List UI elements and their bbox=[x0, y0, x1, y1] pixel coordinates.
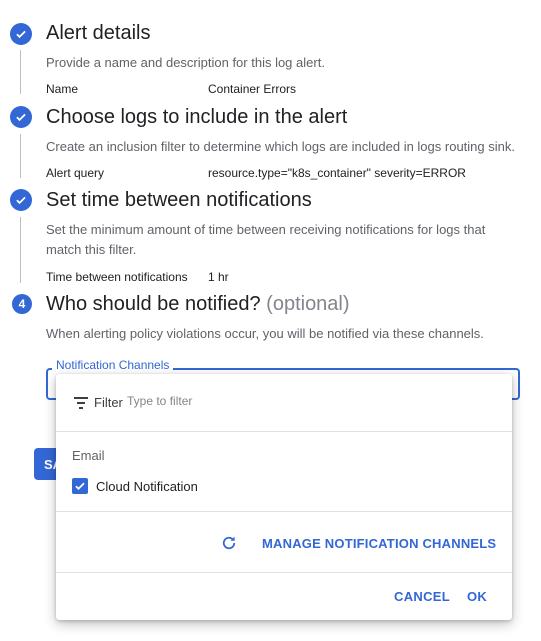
checkbox-checked-icon[interactable] bbox=[72, 478, 88, 494]
step-1-connector bbox=[20, 50, 21, 94]
step-3-connector bbox=[20, 217, 21, 283]
step-3-description-line-2: match this filter. bbox=[46, 242, 137, 257]
step-3-title: Set time between notifications bbox=[46, 189, 312, 211]
filter-row: Filter bbox=[56, 374, 512, 432]
step-1-description: Provide a name and description for this … bbox=[46, 55, 325, 70]
step-1-check-icon bbox=[10, 23, 32, 45]
step-3-description-line-1: Set the minimum amount of time between r… bbox=[46, 222, 486, 237]
filter-label: Filter bbox=[94, 395, 123, 410]
cancel-button[interactable]: CANCEL bbox=[394, 589, 450, 604]
step-4-number-icon: 4 bbox=[12, 294, 32, 314]
step-3-check-icon bbox=[10, 189, 32, 211]
divider bbox=[56, 572, 512, 573]
notification-channels-dropdown: Filter Email Cloud Notification MANAGE N… bbox=[56, 374, 512, 620]
step-2-check-icon bbox=[10, 106, 32, 128]
alert-query-label: Alert query bbox=[46, 166, 105, 180]
divider bbox=[56, 511, 512, 512]
time-between-value: 1 hr bbox=[208, 270, 229, 284]
ok-button[interactable]: OK bbox=[467, 589, 487, 604]
filter-icon bbox=[74, 396, 88, 414]
name-value: Container Errors bbox=[208, 82, 297, 96]
step-4-title-text: Who should be notified? bbox=[46, 293, 261, 315]
alert-query-value: resource.type="k8s_container" severity=E… bbox=[208, 166, 466, 180]
refresh-icon[interactable] bbox=[220, 534, 238, 557]
step-4-title: Who should be notified? (optional) bbox=[46, 293, 350, 316]
step-1-title: Alert details bbox=[46, 22, 151, 44]
step-2-description: Create an inclusion filter to determine … bbox=[46, 139, 515, 154]
step-4-description: When alerting policy violations occur, y… bbox=[46, 326, 484, 341]
filter-input[interactable] bbox=[125, 393, 329, 409]
name-label: Name bbox=[46, 82, 79, 96]
step-2-title: Choose logs to include in the alert bbox=[46, 106, 348, 128]
step-2-connector bbox=[20, 134, 21, 178]
time-between-label: Time between notifications bbox=[46, 270, 188, 284]
notification-channels-label: Notification Channels bbox=[52, 358, 174, 372]
step-4-optional-tag: (optional) bbox=[266, 293, 350, 315]
email-group-label: Email bbox=[72, 448, 105, 463]
manage-notification-channels-link[interactable]: MANAGE NOTIFICATION CHANNELS bbox=[262, 536, 496, 551]
cloud-notification-option[interactable]: Cloud Notification bbox=[96, 479, 198, 494]
